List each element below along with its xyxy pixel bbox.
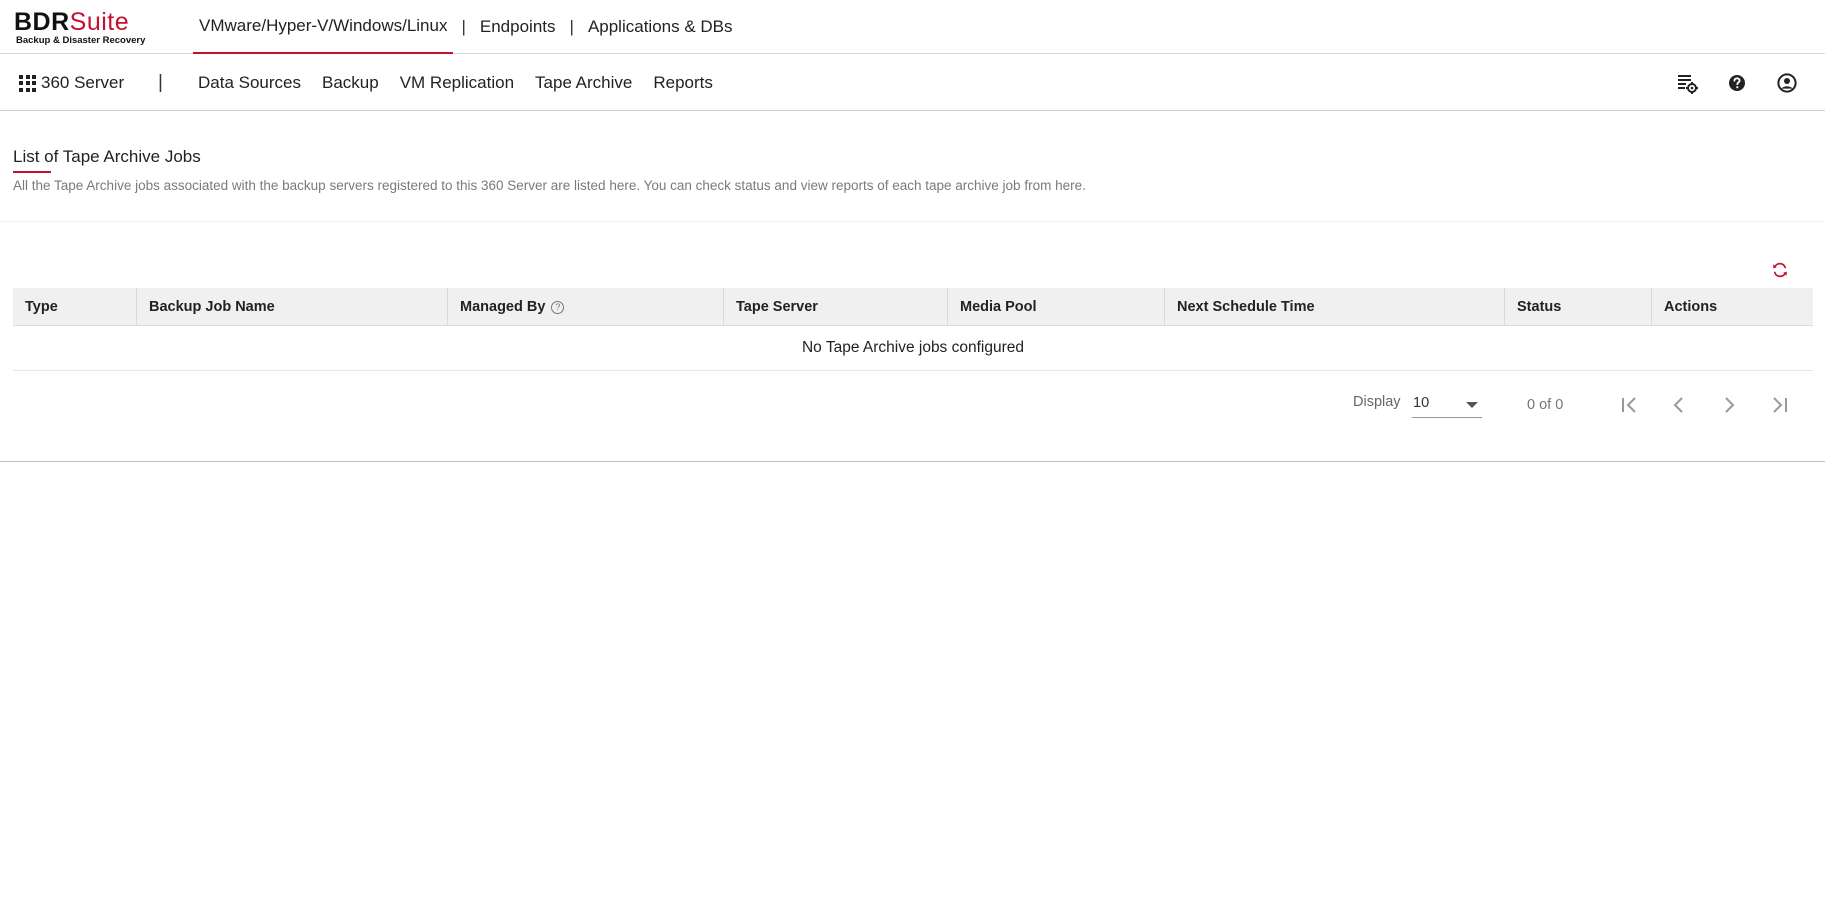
user-account-icon[interactable] — [1775, 71, 1799, 95]
topnav-vmware-hyperv-windows-linux[interactable]: VMware/Hyper-V/Windows/Linux — [193, 0, 454, 54]
first-page-icon — [1622, 397, 1636, 413]
column-header-backup-job-name[interactable]: Backup Job Name — [137, 288, 448, 326]
subnav-reports[interactable]: Reports — [653, 73, 713, 93]
page-count: 0 of 0 — [1527, 397, 1564, 413]
previous-page-button[interactable] — [1666, 392, 1692, 418]
table-header: Type Backup Job Name Managed By ? Tape S… — [13, 288, 1813, 326]
page-description: All the Tape Archive jobs associated wit… — [13, 178, 1086, 193]
chevron-down-icon — [1466, 402, 1478, 408]
settings-list-icon[interactable] — [1675, 71, 1699, 95]
column-header-actions: Actions — [1664, 299, 1718, 315]
last-page-icon — [1773, 397, 1787, 413]
logo-accent-text: Suite — [69, 8, 130, 36]
header-actions — [1675, 55, 1825, 111]
subnav-backup[interactable]: Backup — [322, 73, 379, 93]
last-page-button[interactable] — [1766, 392, 1792, 418]
subnav-vm-replication[interactable]: VM Replication — [400, 73, 514, 93]
page-title-underline — [13, 171, 51, 173]
column-header-status[interactable]: Status — [1505, 288, 1652, 326]
subnav-data-sources[interactable]: Data Sources — [198, 73, 301, 93]
topnav-separator: | — [569, 17, 574, 36]
chevron-right-icon — [1725, 397, 1735, 413]
top-bar: BDRSuite Backup & Disaster Recovery VMwa… — [0, 0, 1825, 54]
subnav-separator: | — [158, 72, 163, 93]
logo-primary-text: BDR — [14, 8, 70, 36]
header-divider — [0, 221, 1825, 222]
first-page-button[interactable] — [1617, 392, 1643, 418]
tape-archive-jobs-table: Type Backup Job Name Managed By ? Tape S… — [13, 288, 1813, 371]
bdrsuite-logo[interactable]: BDRSuite Backup & Disaster Recovery — [14, 9, 145, 46]
page-size-value: 10 — [1413, 395, 1430, 411]
refresh-icon — [1773, 262, 1787, 278]
product-nav: VMware/Hyper-V/Windows/Linux | Endpoints… — [193, 0, 739, 54]
column-header-tape-server[interactable]: Tape Server — [724, 288, 948, 326]
app-switcher-label: 360 Server — [41, 73, 125, 92]
table-empty-message: No Tape Archive jobs configured — [13, 326, 1813, 371]
chevron-left-icon — [1673, 397, 1683, 413]
logo-tagline: Backup & Disaster Recovery — [16, 35, 146, 46]
module-bar: 360 Server | Data Sources Backup VM Repl… — [0, 55, 1825, 111]
question-circle-icon[interactable]: ? — [551, 300, 565, 314]
help-icon[interactable] — [1725, 71, 1749, 95]
app-grid-icon — [19, 74, 36, 92]
topnav-separator: | — [461, 17, 466, 36]
column-header-media-pool[interactable]: Media Pool — [948, 288, 1165, 326]
next-page-button[interactable] — [1716, 392, 1742, 418]
page-title: List of Tape Archive Jobs — [13, 147, 201, 166]
refresh-button[interactable] — [1769, 259, 1791, 281]
content-bottom-divider — [0, 461, 1825, 462]
managed-by-label: Managed By — [460, 299, 546, 315]
logo-wordmark: BDRSuite — [14, 9, 145, 35]
column-header-managed-by[interactable]: Managed By ? — [448, 288, 724, 326]
column-header-next-schedule-time[interactable]: Next Schedule Time — [1165, 288, 1505, 326]
column-header-type[interactable]: Type — [13, 288, 137, 326]
topnav-applications-dbs[interactable]: Applications & DBs — [582, 0, 739, 54]
module-nav: Data Sources Backup VM Replication Tape … — [198, 55, 734, 111]
topnav-endpoints[interactable]: Endpoints — [474, 0, 562, 54]
page-size-select[interactable]: 10 — [1412, 390, 1482, 418]
pagination: Display 10 0 of 0 — [0, 388, 1825, 424]
subnav-tape-archive[interactable]: Tape Archive — [535, 73, 632, 93]
page-size-label: Display — [1353, 394, 1401, 410]
app-switcher[interactable]: 360 Server — [19, 55, 124, 111]
